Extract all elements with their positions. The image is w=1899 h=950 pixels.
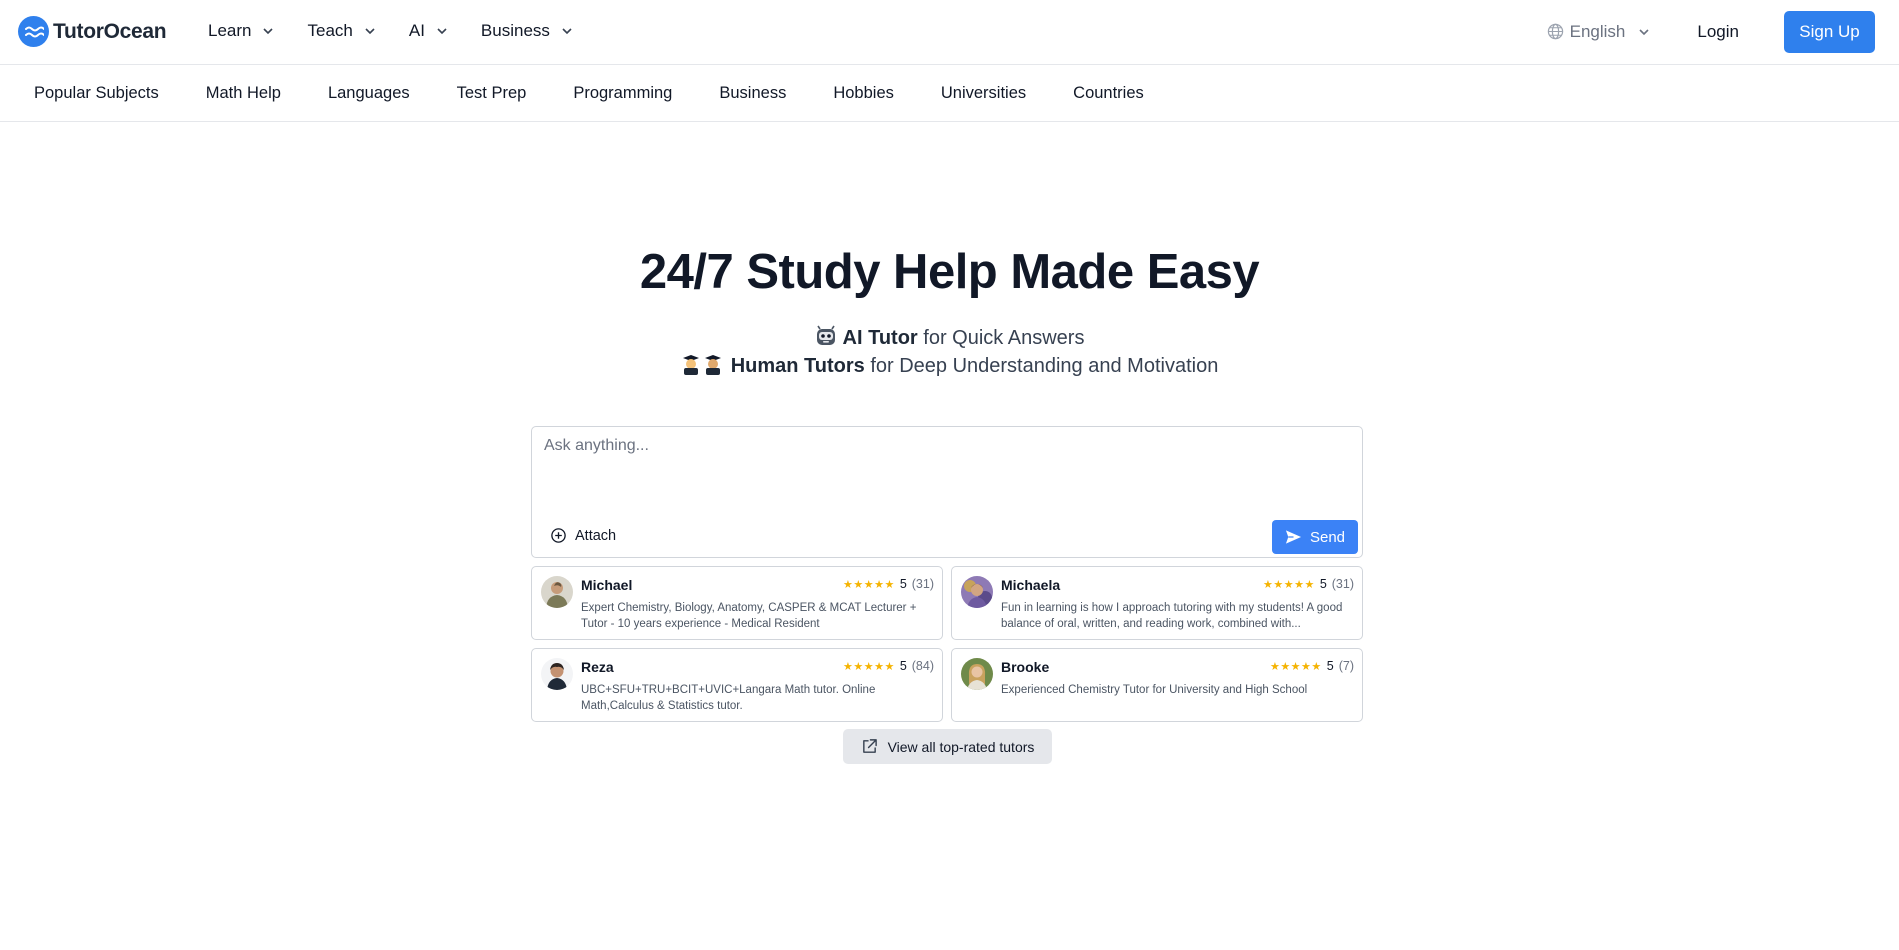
language-selector[interactable]: English [1547,22,1652,42]
chevron-down-icon [263,28,274,35]
send-button[interactable]: Send [1272,520,1358,554]
tutor-name: Michaela [1001,577,1061,593]
subject-nav: Popular Subjects Math Help Languages Tes… [0,65,1899,122]
login-button[interactable]: Login [1697,22,1739,42]
ai-tutor-label: AI Tutor [842,327,918,349]
tutor-name: Reza [581,659,614,675]
tutor-card-michael[interactable]: Michael ★★★★★ 5 (31) Expert Chemistry, B… [531,566,943,640]
star-rating-icon: ★★★★★ [1263,578,1315,591]
subject-business[interactable]: Business [719,84,786,103]
subject-math-help[interactable]: Math Help [206,84,281,103]
header-actions: English Login Sign Up [1547,10,1875,53]
subject-popular-subjects[interactable]: Popular Subjects [34,84,159,103]
review-count: (31) [911,577,934,591]
chevron-down-icon [365,28,375,35]
subject-languages[interactable]: Languages [328,84,410,103]
avatar [541,658,573,690]
tutor-card-brooke[interactable]: Brooke ★★★★★ 5 (7) Experienced Chemistry… [951,648,1363,722]
tutor-description: Experienced Chemistry Tutor for Universi… [1001,684,1308,696]
nav-business[interactable]: Business [481,21,574,41]
nav-teach[interactable]: Teach [307,21,376,41]
star-rating-icon: ★★★★★ [1269,660,1322,673]
rating-value: 5 [1326,659,1334,673]
review-count: (31) [1331,577,1354,591]
chevron-down-icon [1639,28,1649,35]
nav-ai-label: AI [408,21,425,40]
human-tutors-label: Human Tutors [730,355,865,377]
avatar [961,576,993,608]
tutor-rating: ★★★★★ 5 (31) [843,577,934,591]
subject-universities[interactable]: Universities [941,84,1026,103]
nav-learn[interactable]: Learn [208,21,275,41]
avatar [541,576,573,608]
signup-button[interactable]: Sign Up [1784,10,1875,53]
tutor-name: Brooke [1001,659,1050,675]
star-rating-icon: ★★★★★ [843,578,895,591]
view-all-label: View all top-rated tutors [887,738,1035,755]
human-tutors-tagline: for Deep Understanding and Motivation [864,355,1219,377]
view-all-tutors-button[interactable]: View all top-rated tutors [843,729,1052,764]
logo[interactable]: TutorOcean [18,16,167,47]
ask-input[interactable] [544,437,1344,497]
tutor-description: Fun in learning is how I approach tutori… [1001,602,1343,630]
nav-learn-label: Learn [208,21,252,40]
ai-tutor-tagline: for Quick Answers [917,327,1085,349]
review-count: (84) [911,659,934,673]
robot-face-icon [816,325,835,345]
subject-test-prep[interactable]: Test Prep [457,84,527,103]
tutor-description: UBC+SFU+TRU+BCIT+UVIC+Langara Math tutor… [581,684,876,712]
tutorocean-wave-icon [18,16,49,47]
rating-value: 5 [899,659,907,673]
main-nav: Learn Teach AI Business [208,0,574,62]
logo-text: TutorOcean [53,19,167,43]
hero-title: 24/7 Study Help Made Easy [639,245,1260,299]
chevron-down-icon [437,28,447,35]
external-link-icon [862,739,877,753]
rating-value: 5 [1319,577,1327,591]
language-label: English [1569,21,1626,41]
send-icon [1285,530,1302,544]
tutor-name: Michael [581,577,633,593]
plus-circle-icon [551,528,566,543]
subject-countries[interactable]: Countries [1073,84,1144,103]
avatar [961,658,993,690]
attach-button[interactable]: Attach [550,527,616,544]
tutor-rating: ★★★★★ 5 (84) [843,659,934,673]
star-rating-icon: ★★★★★ [843,660,895,673]
tutor-card-reza[interactable]: Reza ★★★★★ 5 (84) UBC+SFU+TRU+BCIT+UVIC+… [531,648,943,722]
tutor-description: Expert Chemistry, Biology, Anatomy, CASP… [581,602,917,630]
graduates-icon [682,355,721,375]
tutor-rating: ★★★★★ 5 (7) [1270,659,1354,673]
ask-box: Attach Send [531,426,1363,558]
globe-icon [1547,23,1563,40]
rating-value: 5 [899,577,907,591]
hero-human-line: Human Tutors for Deep Understanding and … [0,353,1899,378]
hero-ai-line: AI Tutor for Quick Answers [0,325,1899,350]
nav-teach-label: Teach [307,21,353,40]
send-label: Send [1309,528,1346,546]
tutor-rating: ★★★★★ 5 (31) [1263,577,1354,591]
top-header: TutorOcean Learn Teach AI Business Engli… [0,0,1899,65]
nav-business-label: Business [480,21,550,40]
subject-programming[interactable]: Programming [573,84,672,103]
subject-hobbies[interactable]: Hobbies [833,84,894,103]
nav-ai[interactable]: AI [409,21,449,41]
attach-label: Attach [575,527,617,544]
chevron-down-icon [562,28,572,35]
review-count: (7) [1338,659,1354,673]
tutor-card-michaela[interactable]: Michaela ★★★★★ 5 (31) Fun in learning is… [951,566,1363,640]
